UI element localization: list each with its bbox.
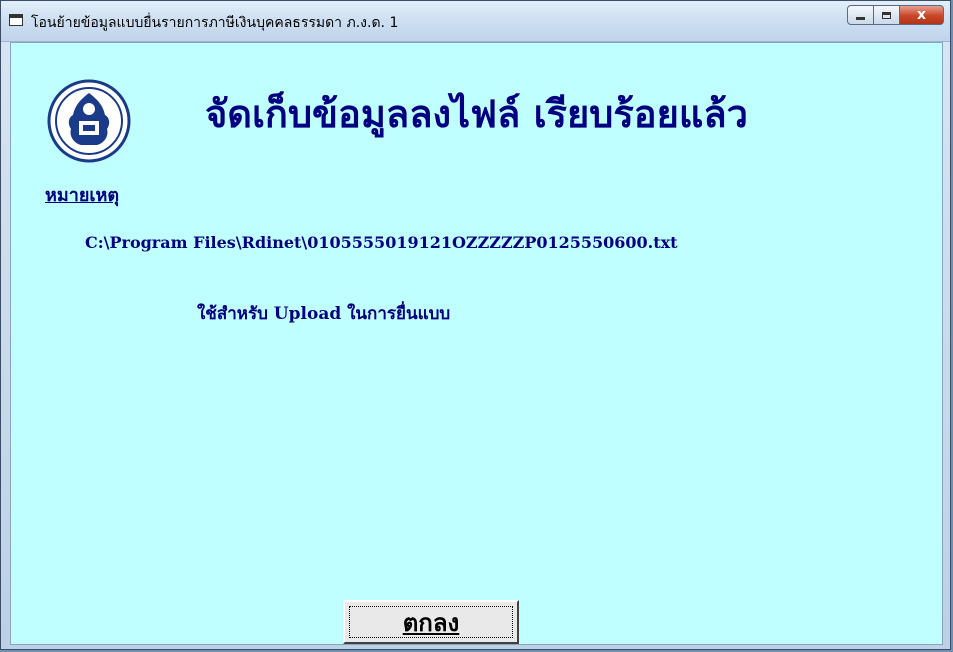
- usage-text: ใช้สำหรับ Upload ในการยื่นแบบ: [197, 304, 451, 324]
- dialog-window: โอนย้ายข้อมูลแบบยื่นรายการภาษีเงินบุคคลธ…: [0, 0, 951, 650]
- maximize-button[interactable]: [874, 5, 900, 25]
- title-bar[interactable]: โอนย้ายข้อมูลแบบยื่นรายการภาษีเงินบุคคลธ…: [1, 1, 950, 42]
- window-controls: x: [847, 5, 944, 27]
- minimize-button[interactable]: [847, 5, 874, 25]
- ok-button-label: ตกลง: [402, 608, 460, 637]
- close-icon: x: [916, 7, 927, 23]
- file-path: C:\Program Files\Rdinet\0105555019121OZZ…: [85, 233, 678, 252]
- page-title: จัดเก็บข้อมูลลงไฟล์ เรียบร้อยแล้ว: [205, 91, 748, 136]
- minimize-icon: [856, 16, 865, 20]
- maximize-icon: [882, 11, 891, 19]
- ok-button[interactable]: ตกลง: [343, 600, 519, 644]
- dialog-content: จัดเก็บข้อมูลลงไฟล์ เรียบร้อยแล้ว หมายเห…: [10, 42, 943, 645]
- window-title: โอนย้ายข้อมูลแบบยื่นรายการภาษีเงินบุคคลธ…: [31, 15, 399, 31]
- app-window-icon[interactable]: [9, 14, 23, 26]
- note-label: หมายเหตุ: [45, 185, 120, 206]
- close-button[interactable]: x: [900, 5, 944, 25]
- revenue-department-emblem-icon: [47, 79, 131, 163]
